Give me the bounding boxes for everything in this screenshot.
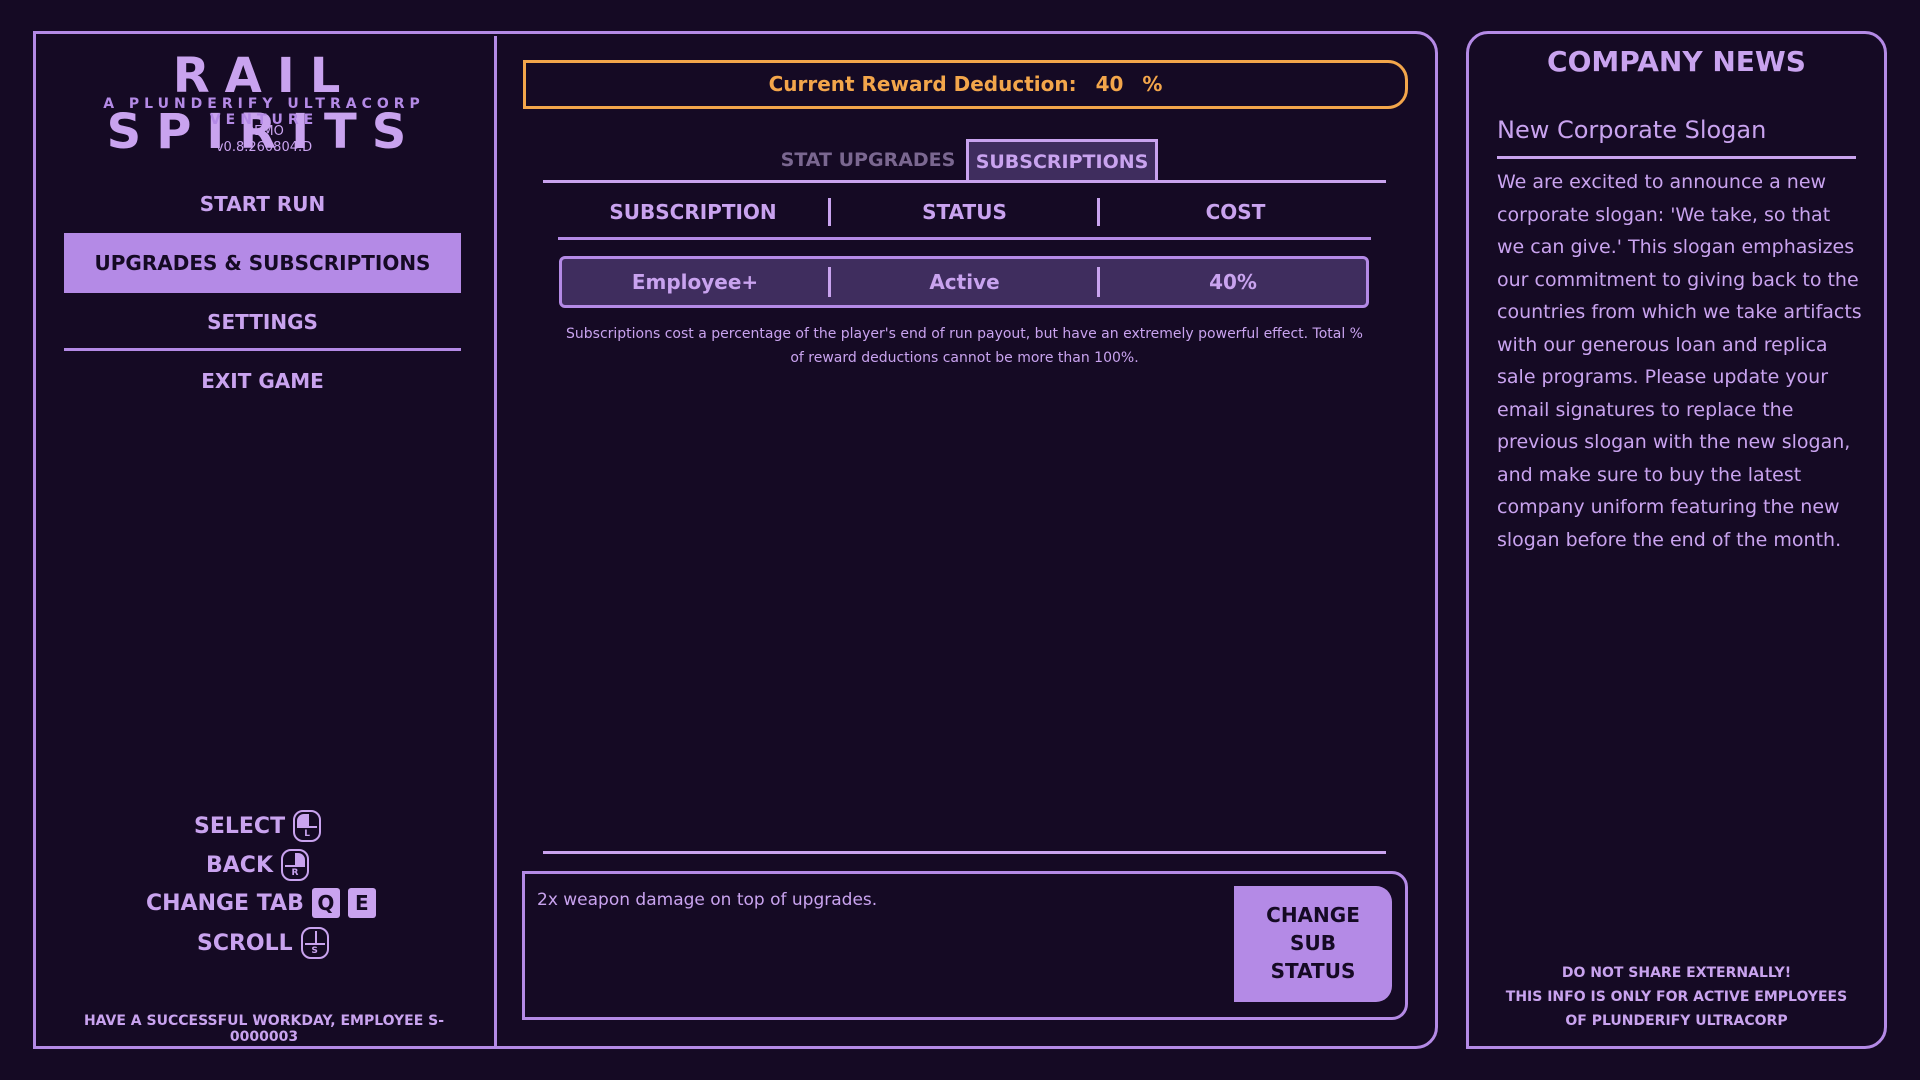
header-underline [558, 237, 1371, 240]
button-line: CHANGE [1266, 903, 1360, 927]
mouse-scroll-icon: S [300, 927, 329, 959]
cell-subscription-name: Employee+ [631, 270, 759, 294]
tab-stat-upgrades[interactable]: STAT UPGRADES [770, 139, 966, 182]
company-news-title: COMPANY NEWS [1547, 45, 1806, 78]
menu-exit-game[interactable]: EXIT GAME [64, 351, 461, 411]
mouse-right-click-icon: R [281, 849, 309, 881]
news-body: We are excited to announce a new corpora… [1497, 171, 1862, 551]
tab-subscriptions[interactable]: SUBSCRIPTIONS [966, 139, 1158, 182]
cell-cost: 40% [1209, 270, 1257, 294]
subscription-description: 2x weapon damage on top of upgrades. [537, 890, 878, 910]
control-hint-select: SELECT L [194, 810, 322, 842]
description-divider [543, 851, 1386, 854]
mouse-left-click-icon: L [293, 810, 322, 842]
menu-start-run[interactable]: START RUN [64, 174, 461, 234]
change-tab-hint-label: CHANGE TAB [146, 890, 304, 916]
control-hint-change-tab: CHANGE TAB Q E [146, 888, 376, 918]
disclaimer-line: OF PLUNDERIFY ULTRACORP [1565, 1013, 1788, 1029]
tabs-underline [543, 180, 1386, 183]
subscription-row[interactable]: Employee+ Active 40% [559, 256, 1369, 308]
version-label: v0.8.260804.D [215, 140, 313, 155]
scroll-hint-label: SCROLL [197, 930, 293, 956]
subscriptions-note: Subscriptions cost a percentage of the p… [566, 326, 1363, 366]
build-label: DEMO [244, 124, 284, 139]
news-headline: New Corporate Slogan [1497, 116, 1767, 144]
control-hint-back: BACK R [206, 849, 309, 881]
news-disclaimer: DO NOT SHARE EXTERNALLY! THIS INFO IS ON… [1466, 961, 1887, 1033]
deduction-label: Current Reward Deduction: [768, 72, 1077, 96]
employee-greeting: HAVE A SUCCESSFUL WORKDAY, EMPLOYEE S-00… [83, 1013, 445, 1045]
column-header-cost: COST [1205, 200, 1266, 224]
key-e-icon: E [347, 888, 376, 918]
reward-deduction-banner: Current Reward Deduction: 40 % [523, 60, 1408, 109]
deduction-unit: % [1142, 72, 1163, 96]
menu-settings[interactable]: SETTINGS [64, 292, 461, 352]
back-hint-label: BACK [206, 852, 273, 878]
button-line: STATUS [1270, 959, 1356, 983]
column-header-status: STATUS [922, 200, 1007, 224]
headline-underline [1497, 156, 1856, 159]
deduction-value: 40 [1095, 72, 1124, 96]
button-line: SUB [1290, 931, 1336, 955]
column-header-subscription: SUBSCRIPTION [609, 200, 777, 224]
disclaimer-line: THIS INFO IS ONLY FOR ACTIVE EMPLOYEES [1505, 989, 1848, 1005]
change-sub-status-button[interactable]: CHANGE SUB STATUS [1234, 886, 1392, 1002]
key-q-icon: Q [311, 888, 340, 918]
select-hint-label: SELECT [194, 813, 286, 839]
disclaimer-line: DO NOT SHARE EXTERNALLY! [1561, 965, 1792, 981]
menu-upgrades-subscriptions[interactable]: UPGRADES & SUBSCRIPTIONS [64, 233, 461, 293]
control-hint-scroll: SCROLL S [197, 927, 329, 959]
left-column-divider [494, 36, 497, 1049]
cell-status: Active [929, 270, 1000, 294]
version-info: DEMO v0.8.260804.D [58, 124, 470, 156]
